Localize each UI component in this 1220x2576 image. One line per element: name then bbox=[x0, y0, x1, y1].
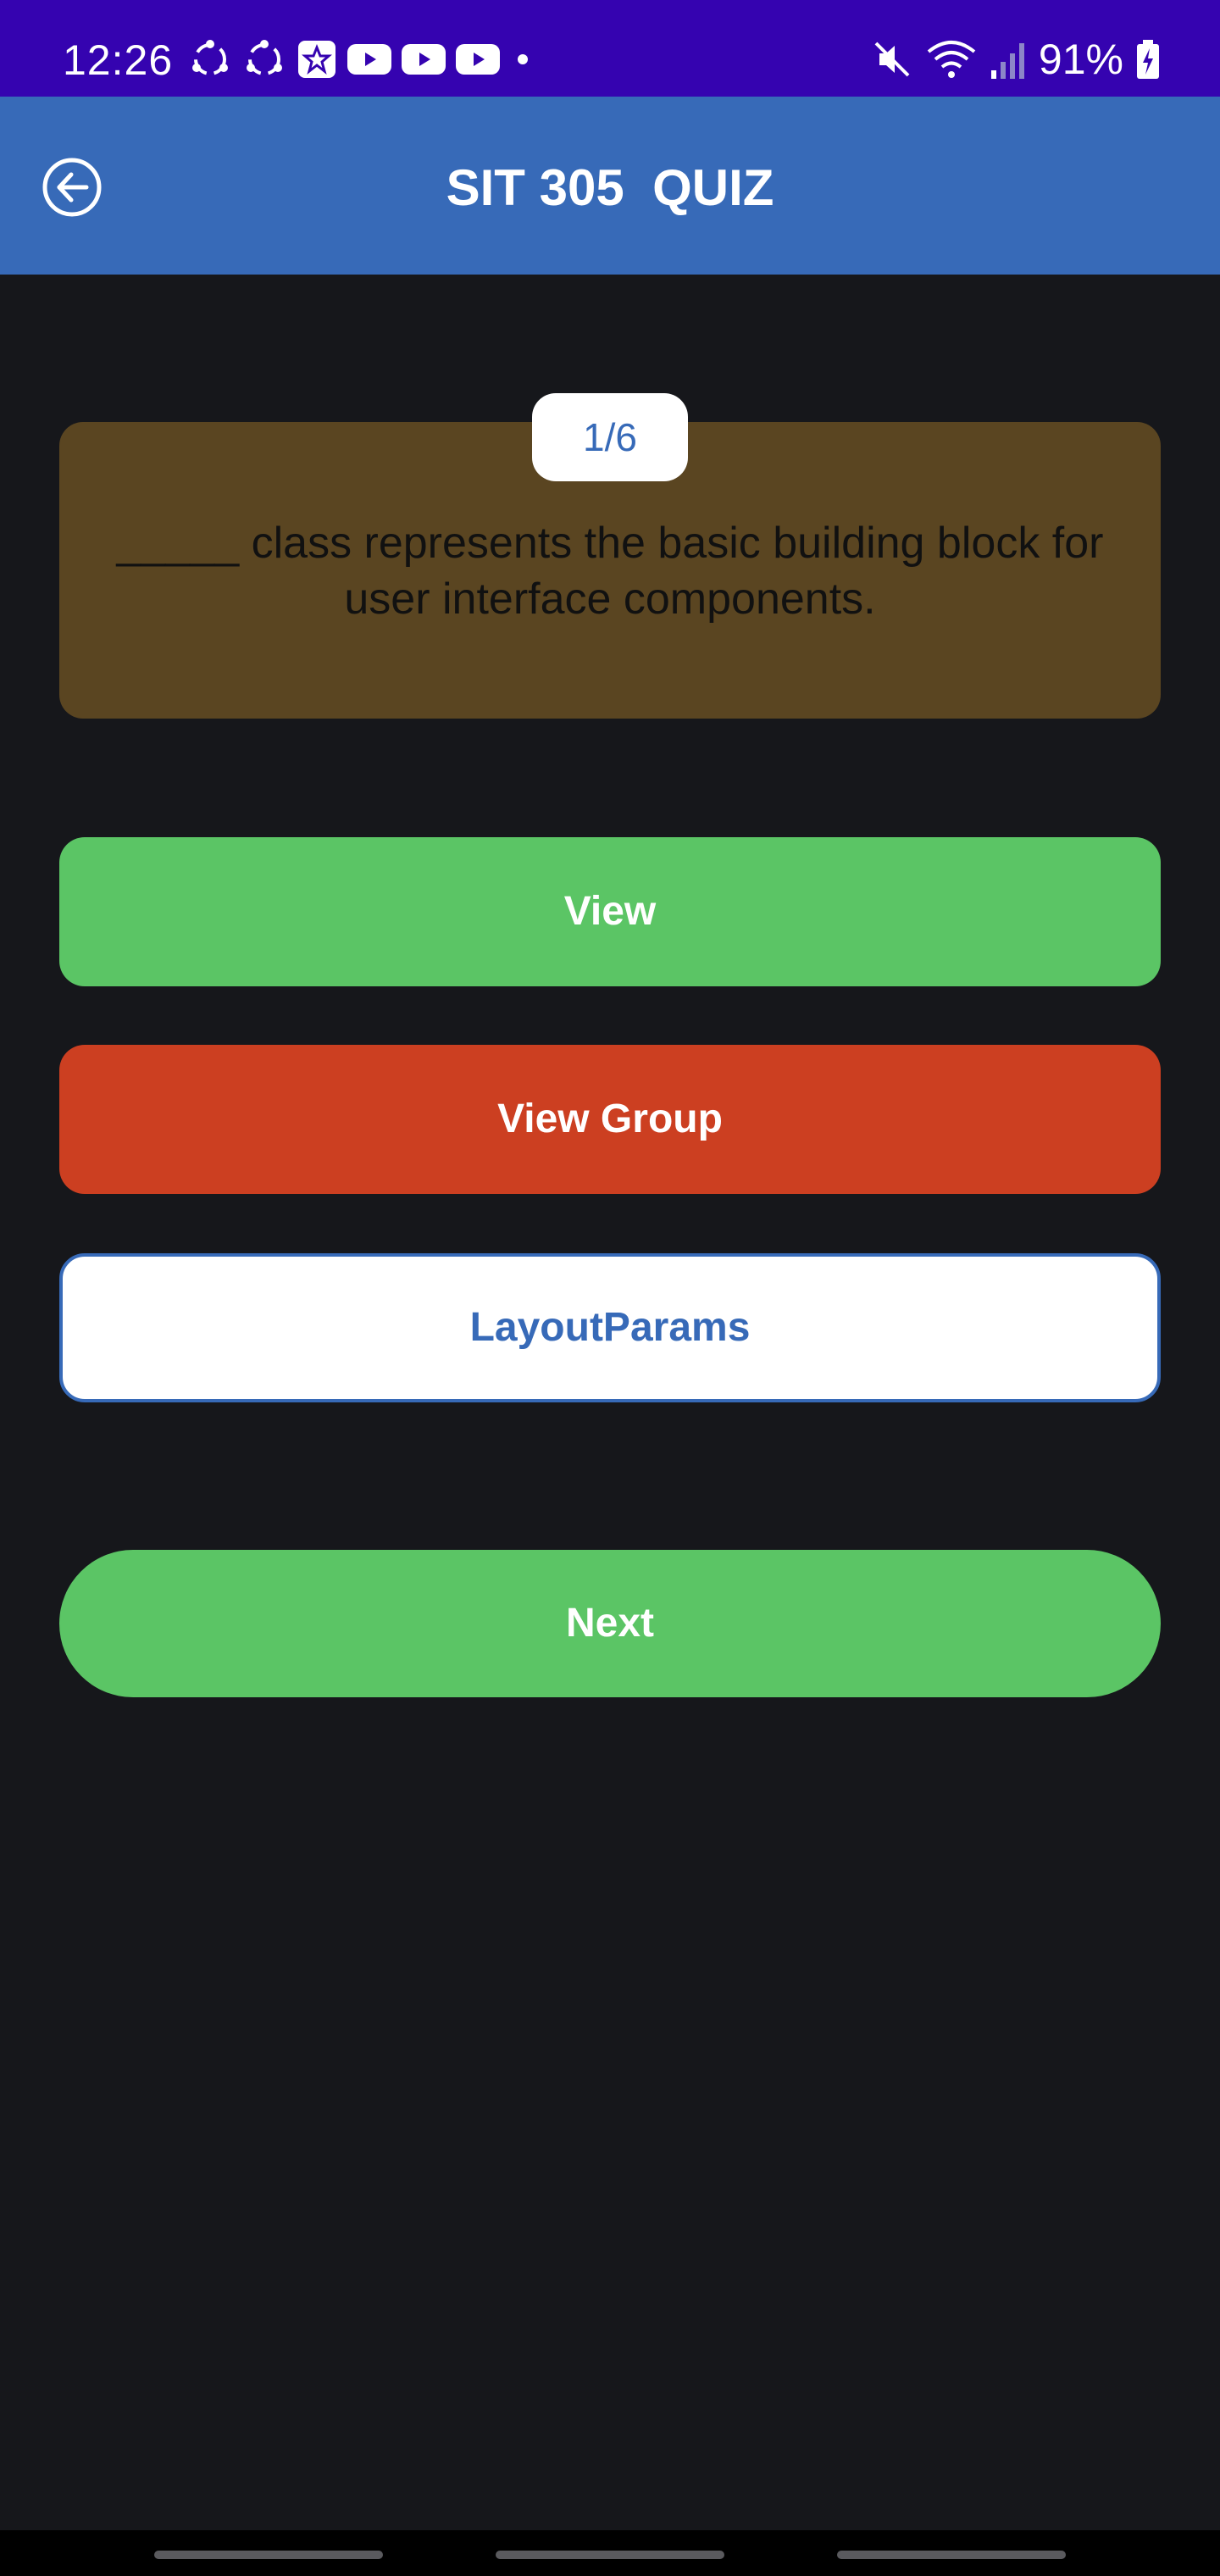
question-progress-badge: 1/6 bbox=[532, 393, 688, 481]
battery-charging-icon bbox=[1137, 40, 1159, 79]
status-bar: 12:26 91% bbox=[0, 0, 1220, 97]
battery-percentage: 91% bbox=[1038, 36, 1123, 83]
answer-option-view[interactable]: View bbox=[59, 837, 1161, 986]
page-title: SIT 305 QUIZ bbox=[446, 159, 774, 216]
nav-back-handle[interactable] bbox=[837, 2551, 1066, 2559]
nav-home-handle[interactable] bbox=[496, 2551, 724, 2559]
youtube-icon bbox=[456, 44, 500, 75]
system-status: 91% bbox=[871, 34, 1161, 85]
star-app-icon bbox=[298, 41, 336, 78]
sync-icon bbox=[247, 40, 282, 75]
mute-icon bbox=[874, 42, 910, 77]
youtube-icon bbox=[347, 44, 391, 75]
wifi-icon bbox=[927, 41, 976, 78]
status-time: 12:26 bbox=[63, 36, 174, 84]
youtube-icon bbox=[402, 44, 446, 75]
answer-option-layoutparams[interactable]: LayoutParams bbox=[59, 1253, 1161, 1402]
sync-icon bbox=[192, 40, 228, 75]
app-bar: SIT 305 QUIZ bbox=[0, 97, 1220, 275]
nav-recents-handle[interactable] bbox=[154, 2551, 383, 2559]
next-button[interactable]: Next bbox=[59, 1550, 1161, 1697]
question-text: _____ class represents the basic buildin… bbox=[116, 519, 1104, 624]
notification-icons bbox=[188, 37, 535, 81]
signal-icon bbox=[990, 43, 1024, 79]
navigation-bar bbox=[0, 2530, 1220, 2576]
dot-icon bbox=[518, 54, 528, 64]
answer-option-view-group[interactable]: View Group bbox=[59, 1045, 1161, 1194]
